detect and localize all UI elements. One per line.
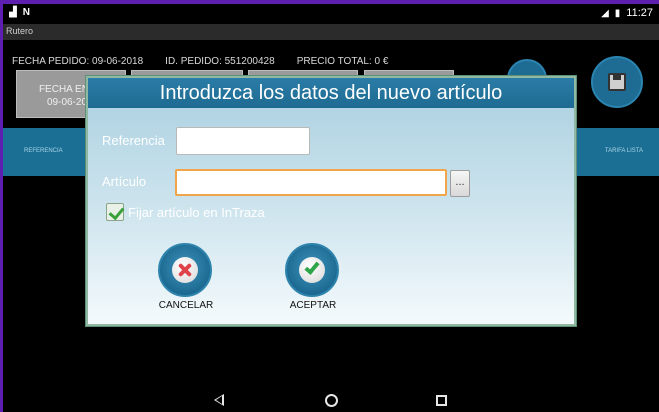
- id-pedido: ID. PEDIDO: 551200428: [165, 56, 275, 67]
- articulo-label: Artículo: [102, 174, 147, 189]
- battery-icon: ▮: [614, 7, 621, 19]
- app-title: Rutero: [6, 26, 34, 36]
- accept-button[interactable]: [285, 243, 339, 297]
- fijar-articulo-checkbox[interactable]: [106, 203, 124, 221]
- navigation-bar: [3, 388, 659, 412]
- save-button[interactable]: [591, 56, 643, 108]
- clock: 11:27: [626, 7, 653, 19]
- browse-article-button[interactable]: ...: [450, 170, 470, 197]
- fijar-articulo-label[interactable]: Fijar artículo en InTraza: [128, 205, 265, 220]
- back-icon[interactable]: [214, 394, 224, 406]
- save-icon: [608, 73, 626, 91]
- window-left-border: [0, 0, 3, 412]
- header-tarifa-lista: TARIFA LISTA: [604, 148, 643, 154]
- accept-label[interactable]: ACEPTAR: [285, 300, 341, 311]
- check-icon: [299, 257, 325, 283]
- status-bar: ▟ N ◢ ▮ 11:27: [3, 4, 659, 24]
- cancel-label[interactable]: CANCELAR: [158, 300, 214, 311]
- fecha-pedido: FECHA PEDIDO: 09-06-2018: [12, 56, 144, 67]
- dialog-title: Introduzca los datos del nuevo artículo: [88, 78, 574, 108]
- recent-apps-icon[interactable]: [436, 395, 447, 406]
- referencia-label: Referencia: [102, 133, 165, 148]
- cancel-icon: [172, 257, 198, 283]
- articulo-input[interactable]: [175, 169, 447, 196]
- wifi-icon: ◢: [601, 7, 609, 19]
- notification-n-icon: N: [22, 7, 30, 18]
- home-icon[interactable]: [325, 394, 338, 407]
- signal-icon: ▟: [9, 7, 17, 18]
- order-info-row: FECHA PEDIDO: 09-06-2018 ID. PEDIDO: 551…: [12, 56, 388, 67]
- app-bar: Rutero: [3, 24, 659, 40]
- header-referencia: REFERENCIA: [24, 148, 63, 154]
- cancel-button[interactable]: [158, 243, 212, 297]
- precio-total: PRECIO TOTAL: 0 €: [296, 56, 389, 67]
- new-article-dialog: Introduzca los datos del nuevo artículo …: [86, 76, 576, 326]
- referencia-input[interactable]: [176, 127, 310, 155]
